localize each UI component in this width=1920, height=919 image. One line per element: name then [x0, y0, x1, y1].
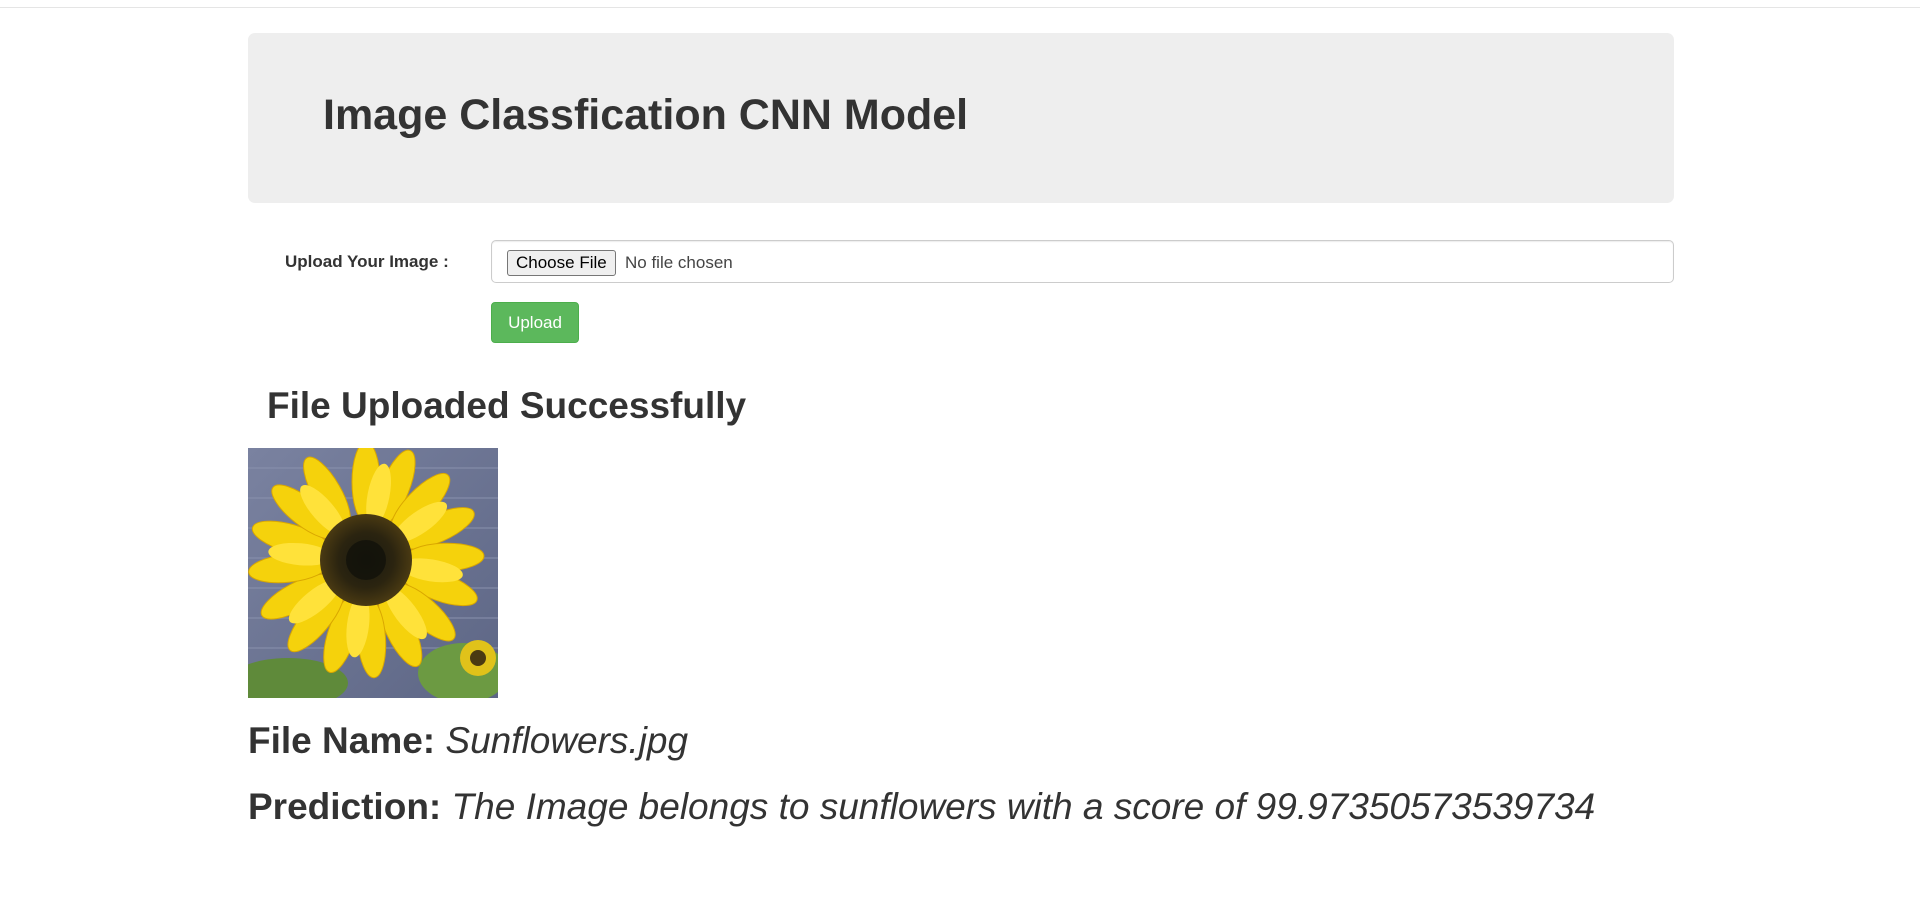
file-name-key: File Name: — [248, 720, 436, 761]
prediction-line: Prediction: The Image belongs to sunflow… — [248, 786, 1595, 828]
file-name-value: Sunflowers.jpg — [445, 720, 689, 761]
prediction-value: The Image belongs to sunflowers with a s… — [451, 786, 1596, 827]
upload-label: Upload Your Image : — [285, 252, 449, 271]
file-name-line: File Name: Sunflowers.jpg — [248, 720, 688, 762]
success-heading: File Uploaded Successfully — [267, 385, 747, 426]
uploaded-image — [248, 448, 498, 698]
page-title: Image Classfication CNN Model — [323, 91, 969, 139]
choose-file-button[interactable]: Choose File — [507, 250, 616, 276]
sunflower-image — [248, 448, 498, 698]
upload-button[interactable]: Upload — [491, 302, 579, 343]
top-border — [0, 7, 1920, 8]
prediction-key: Prediction: — [248, 786, 442, 827]
header-jumbotron: Image Classfication CNN Model — [248, 33, 1674, 203]
file-input[interactable]: Choose File No file chosen — [491, 240, 1674, 283]
file-status-text: No file chosen — [625, 253, 733, 272]
